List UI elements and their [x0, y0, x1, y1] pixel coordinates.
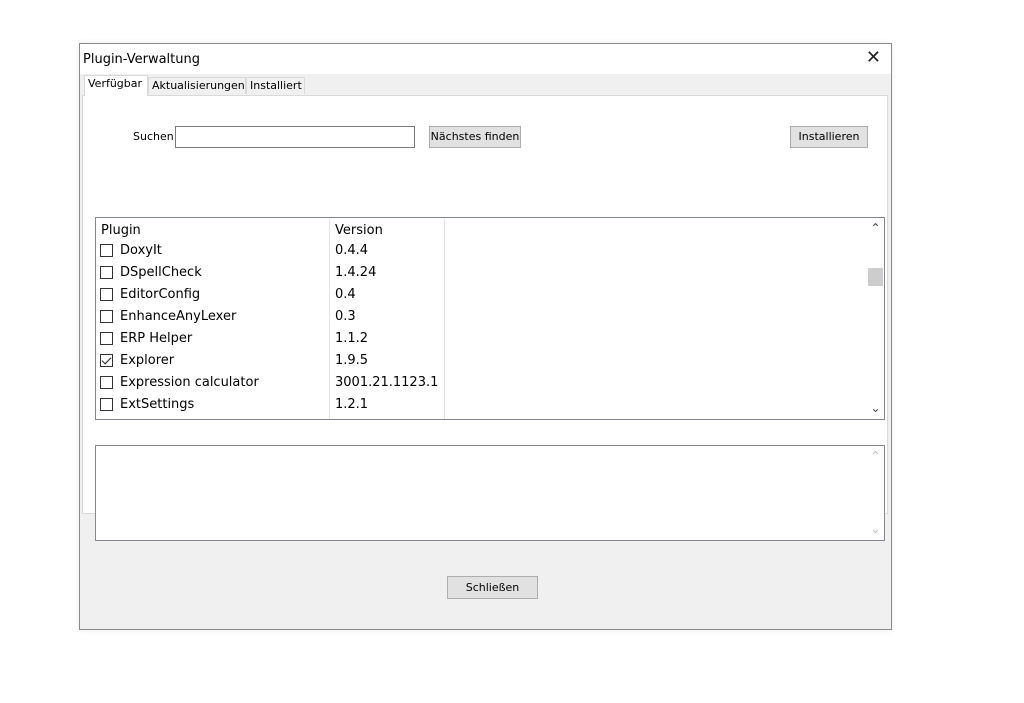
tab-updates[interactable]: Aktualisierungen: [148, 77, 246, 94]
plugin-version: 1.9.5: [335, 353, 369, 368]
plugin-version: 1.2.1: [335, 397, 369, 412]
plugin-checkbox[interactable]: [100, 244, 113, 257]
scrollbar-thumb[interactable]: [868, 268, 883, 286]
description-box[interactable]: ⌃ ⌄: [95, 445, 885, 541]
window-title: Plugin-Verwaltung: [83, 52, 200, 67]
list-scrollbar[interactable]: ⌃ ⌄: [867, 218, 884, 419]
plugin-checkbox[interactable]: [100, 310, 113, 323]
plugin-manager-dialog: Plugin-Verwaltung ✕ Verfügbar Aktualisie…: [79, 43, 892, 630]
plugin-name: DSpellCheck: [120, 265, 202, 280]
title-bar: Plugin-Verwaltung ✕: [80, 44, 891, 74]
plugin-name: Explorer: [120, 353, 175, 368]
search-input[interactable]: [175, 126, 415, 148]
search-label: Suchen:: [133, 130, 178, 143]
plugin-version: 0.3: [335, 309, 356, 324]
tab-available-label: Verfügbar: [88, 77, 143, 90]
plugin-name: EnhanceAnyLexer: [120, 309, 237, 324]
plugin-checkbox[interactable]: [100, 398, 113, 411]
plugin-name: ERP Helper: [120, 331, 193, 346]
tab-updates-label: Aktualisierungen: [152, 79, 245, 92]
scroll-down-icon[interactable]: ⌄: [867, 521, 884, 538]
plugin-name: EditorConfig: [120, 287, 201, 302]
column-header-version[interactable]: Version: [335, 223, 383, 238]
plugin-checkbox[interactable]: [100, 332, 113, 345]
list-item[interactable]: Explorer 1.9.5: [96, 350, 862, 372]
plugin-checkbox[interactable]: [100, 376, 113, 389]
description-scrollbar[interactable]: ⌃ ⌄: [867, 446, 884, 540]
scroll-down-icon[interactable]: ⌄: [867, 400, 884, 417]
scroll-up-icon[interactable]: ⌃: [867, 220, 884, 237]
column-header-plugin[interactable]: Plugin: [101, 223, 141, 238]
plugin-checkbox[interactable]: [100, 288, 113, 301]
plugin-name: ExtSettings: [120, 397, 195, 412]
find-next-button[interactable]: Nächstes finden: [429, 126, 521, 148]
plugin-version: 1.1.2: [335, 331, 369, 346]
plugin-version: 0.4.4: [335, 243, 369, 258]
tab-installed-label: Installiert: [250, 79, 302, 92]
plugin-name: DoxyIt: [120, 243, 162, 258]
plugin-version: 3001.21.1123.1: [335, 375, 439, 390]
list-header: Plugin Version: [96, 218, 862, 240]
plugin-checkbox-checked[interactable]: [100, 354, 113, 367]
plugin-checkbox[interactable]: [100, 266, 113, 279]
plugin-list[interactable]: Plugin Version DoxyIt 0.4.4 DSpellCheck …: [95, 217, 885, 420]
available-panel: Suchen: Nächstes finden Installieren Plu…: [82, 95, 888, 541]
list-item[interactable]: DoxyIt 0.4.4: [96, 240, 862, 262]
list-item[interactable]: EditorConfig 0.4: [96, 284, 862, 306]
tab-installed[interactable]: Installiert: [246, 77, 305, 94]
plugin-version: 1.4.24: [335, 265, 377, 280]
scroll-up-icon[interactable]: ⌃: [867, 448, 884, 465]
close-button[interactable]: Schließen: [447, 576, 538, 599]
list-item[interactable]: Expression calculator 3001.21.1123.1: [96, 372, 862, 394]
list-item[interactable]: ExtSettings 1.2.1: [96, 394, 862, 416]
plugin-version: 0.4: [335, 287, 356, 302]
tab-available[interactable]: Verfügbar: [84, 75, 148, 96]
list-item[interactable]: DSpellCheck 1.4.24: [96, 262, 862, 284]
close-icon[interactable]: ✕: [866, 48, 881, 68]
list-item[interactable]: ERP Helper 1.1.2: [96, 328, 862, 350]
list-item[interactable]: EnhanceAnyLexer 0.3: [96, 306, 862, 328]
install-button[interactable]: Installieren: [790, 126, 868, 148]
plugin-name: Expression calculator: [120, 375, 259, 390]
